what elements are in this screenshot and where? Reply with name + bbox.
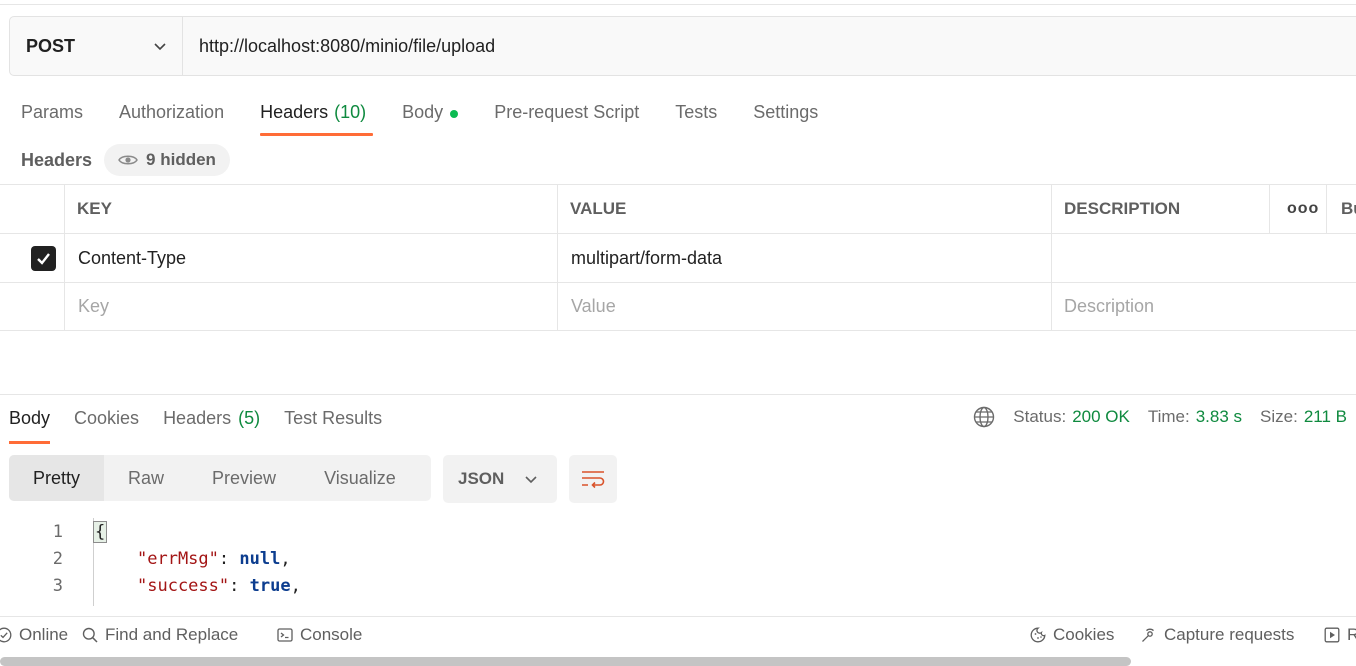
time-value[interactable]: 3.83 s <box>1196 407 1242 427</box>
capture-icon <box>1142 628 1154 642</box>
method-label: POST <box>26 35 76 56</box>
response-divider <box>0 394 1356 395</box>
line-number: 2 <box>52 548 63 569</box>
tab-params[interactable]: Params <box>21 96 83 136</box>
tab-settings[interactable]: Settings <box>753 96 818 136</box>
format-pretty[interactable]: Pretty <box>9 455 105 501</box>
table-row: Content-Type multipart/form-data <box>0 233 1356 282</box>
table-row: Key Value Description <box>0 282 1356 331</box>
header-value-cell[interactable]: multipart/form-data <box>571 234 722 282</box>
request-tabs: Params Authorization Headers (10) Body Pr… <box>21 96 854 136</box>
headers-count: (10) <box>334 102 367 122</box>
tab-authorization[interactable]: Authorization <box>119 96 224 136</box>
wrap-lines-icon <box>582 471 605 489</box>
new-key-input[interactable]: Key <box>78 283 109 330</box>
eye-icon <box>118 155 138 165</box>
more-options-icon[interactable]: ooo <box>1287 185 1319 233</box>
headers-subheader: Headers 9 hidden <box>21 144 230 176</box>
response-tab-headers[interactable]: Headers (5) <box>163 404 260 444</box>
response-tab-cookies[interactable]: Cookies <box>74 404 139 444</box>
play-box-icon <box>1324 627 1340 643</box>
find-replace-button[interactable]: Find and Replace <box>82 625 238 645</box>
search-icon <box>82 627 98 643</box>
line-number: 3 <box>52 575 63 596</box>
response-tab-test-results[interactable]: Test Results <box>284 404 382 444</box>
runner-button[interactable]: R <box>1324 625 1356 645</box>
size-value[interactable]: 211 B <box>1304 407 1347 427</box>
terminal-icon <box>277 628 293 642</box>
horizontal-scrollbar[interactable] <box>0 657 1131 666</box>
checkmark-icon <box>37 252 50 265</box>
table-header-row: KEY VALUE DESCRIPTION ooo Bu <box>0 184 1356 233</box>
format-raw[interactable]: Raw <box>104 455 188 501</box>
new-value-input[interactable]: Value <box>571 283 616 330</box>
chevron-down-icon <box>525 476 537 484</box>
chevron-down-icon <box>154 43 166 51</box>
tab-tests[interactable]: Tests <box>675 96 717 136</box>
headers-title: Headers <box>21 149 93 170</box>
response-code-editor[interactable]: 1 { 2 "errMsg": null, 3 "success": true, <box>0 518 1356 606</box>
hidden-count-label: 9 hidden <box>146 150 216 169</box>
wrap-lines-button[interactable] <box>569 455 617 503</box>
response-headers-count: (5) <box>238 408 261 428</box>
response-tab-body[interactable]: Body <box>9 404 51 444</box>
online-status[interactable]: Online <box>0 625 68 645</box>
status-value[interactable]: 200 OK <box>1072 407 1130 427</box>
tab-headers[interactable]: Headers (10) <box>260 96 374 136</box>
code-line: 3 "success": true, <box>0 572 1356 599</box>
size-label: Size: <box>1260 407 1298 426</box>
json-value: true <box>249 575 291 596</box>
check-circle-icon <box>0 627 12 643</box>
method-select[interactable]: POST <box>10 17 183 75</box>
code-line: 1 { <box>0 518 1356 545</box>
line-number: 1 <box>52 521 63 542</box>
cookies-button[interactable]: Cookies <box>1030 625 1114 645</box>
header-key-cell[interactable]: Content-Type <box>78 234 186 282</box>
time-label: Time: <box>1147 407 1190 426</box>
code-line: 2 "errMsg": null, <box>0 545 1356 572</box>
headers-table: KEY VALUE DESCRIPTION ooo Bu Content-Typ… <box>0 184 1356 331</box>
new-description-input[interactable]: Description <box>1064 283 1154 330</box>
response-tabs: Body Cookies Headers (5) Test Results <box>9 404 406 444</box>
status-label: Status: <box>1013 407 1067 426</box>
bulk-edit-button[interactable]: Bu <box>1341 185 1356 233</box>
cookie-icon <box>1030 627 1046 643</box>
tab-pre-request-script[interactable]: Pre-request Script <box>494 96 639 136</box>
column-value: VALUE <box>570 199 627 218</box>
column-key: KEY <box>77 199 112 218</box>
json-key: "errMsg" <box>137 548 219 569</box>
top-divider <box>0 0 1356 5</box>
row-checkbox[interactable] <box>31 234 56 282</box>
capture-requests-button[interactable]: Capture requests <box>1141 625 1294 645</box>
response-meta: Status: 200 OK Time: 3.83 s Size: 211 B <box>973 406 1347 428</box>
format-visualize[interactable]: Visualize <box>300 455 420 501</box>
language-label: JSON <box>458 469 505 488</box>
json-key: "success" <box>137 575 230 596</box>
code-brace: { <box>92 520 108 543</box>
url-bar: POST http://localhost:8080/minio/file/up… <box>9 16 1356 76</box>
url-input[interactable]: http://localhost:8080/minio/file/upload <box>183 36 495 57</box>
format-segmented-control: Pretty Raw Preview Visualize <box>9 455 431 501</box>
status-bar: Online Find and Replace Console Cookies … <box>0 616 1356 656</box>
globe-icon[interactable] <box>973 406 995 428</box>
hidden-headers-toggle[interactable]: 9 hidden <box>104 144 230 176</box>
tab-body[interactable]: Body <box>402 96 459 136</box>
console-button[interactable]: Console <box>277 625 362 645</box>
json-value: null <box>239 548 281 569</box>
format-preview[interactable]: Preview <box>188 455 300 501</box>
language-select[interactable]: JSON <box>443 455 557 503</box>
column-description: DESCRIPTION <box>1064 199 1181 218</box>
body-indicator-dot <box>450 110 459 118</box>
